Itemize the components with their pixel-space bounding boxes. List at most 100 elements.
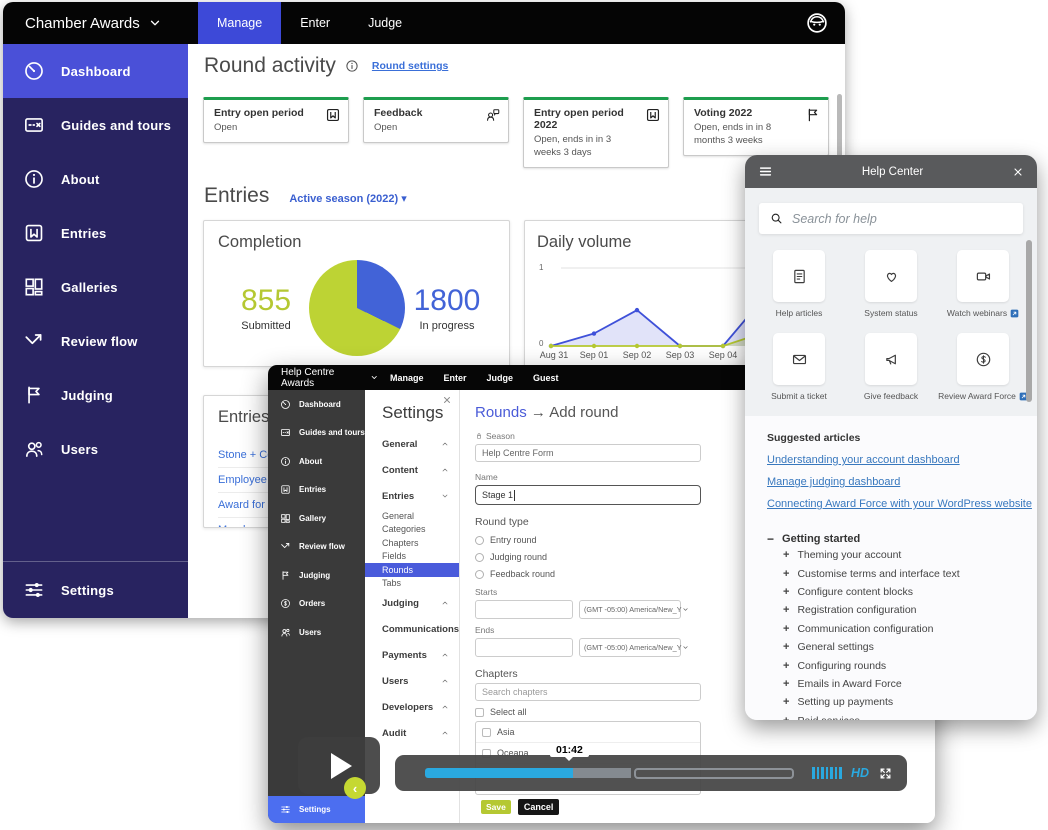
video-sidebar-item-gallery: Gallery bbox=[268, 504, 365, 533]
sidebar-item-settings[interactable]: Settings bbox=[3, 562, 188, 618]
video-sidebar-item-settings: Settings bbox=[268, 796, 365, 823]
quick-action-submit-ticket[interactable]: Submit a ticket bbox=[753, 333, 845, 401]
video-tab-guest: Guest bbox=[533, 373, 559, 383]
info-circle-icon[interactable] bbox=[345, 59, 359, 73]
getting-started-item[interactable]: +Customise terms and interface text bbox=[767, 564, 1037, 582]
info-icon bbox=[23, 168, 45, 190]
close-icon bbox=[442, 395, 452, 405]
checkbox-icon bbox=[475, 708, 484, 717]
quick-action-review-award-force[interactable]: Review Award Force bbox=[937, 333, 1029, 401]
chevron-up-icon bbox=[441, 677, 449, 685]
ends-date-field bbox=[475, 638, 573, 657]
suggested-article-link[interactable]: Connecting Award Force with your WordPre… bbox=[767, 498, 1037, 510]
round-card-entry-open-period[interactable]: Entry open period Open bbox=[203, 97, 349, 143]
settings-child-general: General bbox=[365, 509, 459, 523]
getting-started-item[interactable]: +Emails in Award Force bbox=[767, 675, 1037, 693]
collapse-badge[interactable]: ‹ bbox=[344, 777, 366, 799]
round-card-feedback[interactable]: Feedback Open bbox=[363, 97, 509, 143]
sidebar-item-galleries[interactable]: Galleries bbox=[3, 260, 188, 314]
video-sidebar-item-review-flow: Review flow bbox=[268, 533, 365, 562]
tab-judge[interactable]: Judge bbox=[349, 2, 421, 44]
submitted-stat: 855 Submitted bbox=[224, 284, 308, 332]
settings-group-communications: Communications bbox=[365, 616, 459, 642]
video-sidebar-item-judging: Judging bbox=[268, 561, 365, 590]
quick-action-help-articles[interactable]: Help articles bbox=[753, 250, 845, 318]
play-button[interactable] bbox=[298, 737, 380, 794]
starts-date-field bbox=[475, 600, 573, 619]
chevron-up-icon bbox=[441, 651, 449, 659]
chevron-up-icon bbox=[441, 599, 449, 607]
map-icon bbox=[23, 114, 45, 136]
fullscreen-icon[interactable] bbox=[878, 766, 893, 781]
close-icon[interactable] bbox=[1012, 166, 1024, 178]
flag-icon bbox=[280, 570, 291, 581]
getting-started-item[interactable]: +Communication configuration bbox=[767, 620, 1037, 638]
hd-badge[interactable]: HD bbox=[851, 766, 869, 780]
quick-action-watch-webinars[interactable]: Watch webinars bbox=[937, 250, 1029, 318]
chapters-search-field: Search chapters bbox=[475, 683, 701, 701]
help-center-header: Help Center bbox=[745, 155, 1037, 188]
quick-action-system-status[interactable]: System status bbox=[845, 250, 937, 318]
sidebar-item-about[interactable]: About bbox=[3, 152, 188, 206]
chevron-down-icon bbox=[682, 644, 689, 651]
suggested-article-link[interactable]: Understanding your account dashboard bbox=[767, 454, 1037, 466]
radio-icon bbox=[475, 570, 484, 579]
chevron-up-icon bbox=[441, 729, 449, 737]
radio-icon bbox=[475, 553, 484, 562]
sidebar-item-users[interactable]: Users bbox=[3, 422, 188, 476]
getting-started-item[interactable]: +Configure content blocks bbox=[767, 583, 1037, 601]
expand-icon: + bbox=[783, 660, 789, 672]
chevron-up-icon bbox=[441, 466, 449, 474]
volume-bars[interactable] bbox=[812, 767, 842, 779]
season-selector[interactable]: Active season (2022) ▾ bbox=[289, 192, 406, 205]
round-activity-cards: Entry open period Open Feedback Open Ent… bbox=[203, 97, 829, 168]
tab-enter[interactable]: Enter bbox=[281, 2, 349, 44]
round-card-entry-open-period-2022[interactable]: Entry open period 2022 Open, ends in in … bbox=[523, 97, 669, 168]
round-card-voting-2022[interactable]: Voting 2022 Open, ends in in 8 months 3 … bbox=[683, 97, 829, 156]
help-quick-actions: Help articles System status Watch webina… bbox=[745, 250, 1037, 401]
help-center-panel: Help Center Search for help Help article… bbox=[745, 155, 1037, 720]
getting-started-section-toggle[interactable]: − Getting started bbox=[767, 532, 1037, 546]
sidebar-item-dashboard[interactable]: Dashboard bbox=[3, 44, 188, 98]
help-panel-scrollbar[interactable] bbox=[1026, 240, 1032, 402]
chevron-down-icon bbox=[682, 606, 689, 613]
chevron-down-icon bbox=[148, 16, 162, 30]
tab-manage[interactable]: Manage bbox=[198, 2, 281, 44]
dashboard-icon bbox=[280, 399, 291, 410]
completion-title: Completion bbox=[218, 233, 495, 252]
help-avatar-icon[interactable] bbox=[805, 11, 829, 35]
help-search-input[interactable]: Search for help bbox=[759, 203, 1023, 234]
sidebar-item-guides-and-tours[interactable]: Guides and tours bbox=[3, 98, 188, 152]
round-settings-link[interactable]: Round settings bbox=[372, 60, 448, 72]
suggested-article-link[interactable]: Manage judging dashboard bbox=[767, 476, 1037, 488]
season-field: Help Centre Form bbox=[475, 444, 701, 462]
search-placeholder: Search for help bbox=[792, 212, 877, 226]
video-tab-enter: Enter bbox=[444, 373, 467, 383]
account-switcher[interactable]: Chamber Awards bbox=[3, 2, 188, 44]
getting-started-item[interactable]: +Theming your account bbox=[767, 546, 1037, 564]
hamburger-menu-icon[interactable] bbox=[758, 164, 773, 179]
video-sidebar-item-entries: Entries bbox=[268, 476, 365, 505]
name-field: Stage 1 bbox=[475, 485, 701, 505]
info-icon bbox=[280, 456, 291, 467]
progress-played bbox=[425, 768, 573, 778]
getting-started-item[interactable]: +Setting up payments bbox=[767, 693, 1037, 711]
save-button: Save bbox=[481, 800, 511, 814]
chapter-option-asia: Asia bbox=[476, 722, 700, 743]
sidebar-item-judging[interactable]: Judging bbox=[3, 368, 188, 422]
chevron-down-icon bbox=[370, 373, 378, 382]
getting-started-item[interactable]: +Paid services bbox=[767, 712, 1037, 720]
y-tick-max: 1 bbox=[539, 263, 543, 272]
y-tick-min: 0 bbox=[539, 339, 543, 348]
starts-timezone-select: (GMT -05:00) America/New_Y bbox=[579, 600, 681, 619]
getting-started-item[interactable]: +Configuring rounds bbox=[767, 656, 1037, 674]
sidebar-item-review-flow[interactable]: Review flow bbox=[3, 314, 188, 368]
chevron-up-icon bbox=[441, 440, 449, 448]
video-progress-bar[interactable] bbox=[425, 768, 794, 779]
quick-action-give-feedback[interactable]: Give feedback bbox=[845, 333, 937, 401]
getting-started-item[interactable]: +General settings bbox=[767, 638, 1037, 656]
getting-started-item[interactable]: +Registration configuration bbox=[767, 601, 1037, 619]
expand-icon: + bbox=[783, 586, 789, 598]
sidebar-item-entries[interactable]: Entries bbox=[3, 206, 188, 260]
video-controls-bar: 01:42 HD bbox=[395, 755, 907, 791]
